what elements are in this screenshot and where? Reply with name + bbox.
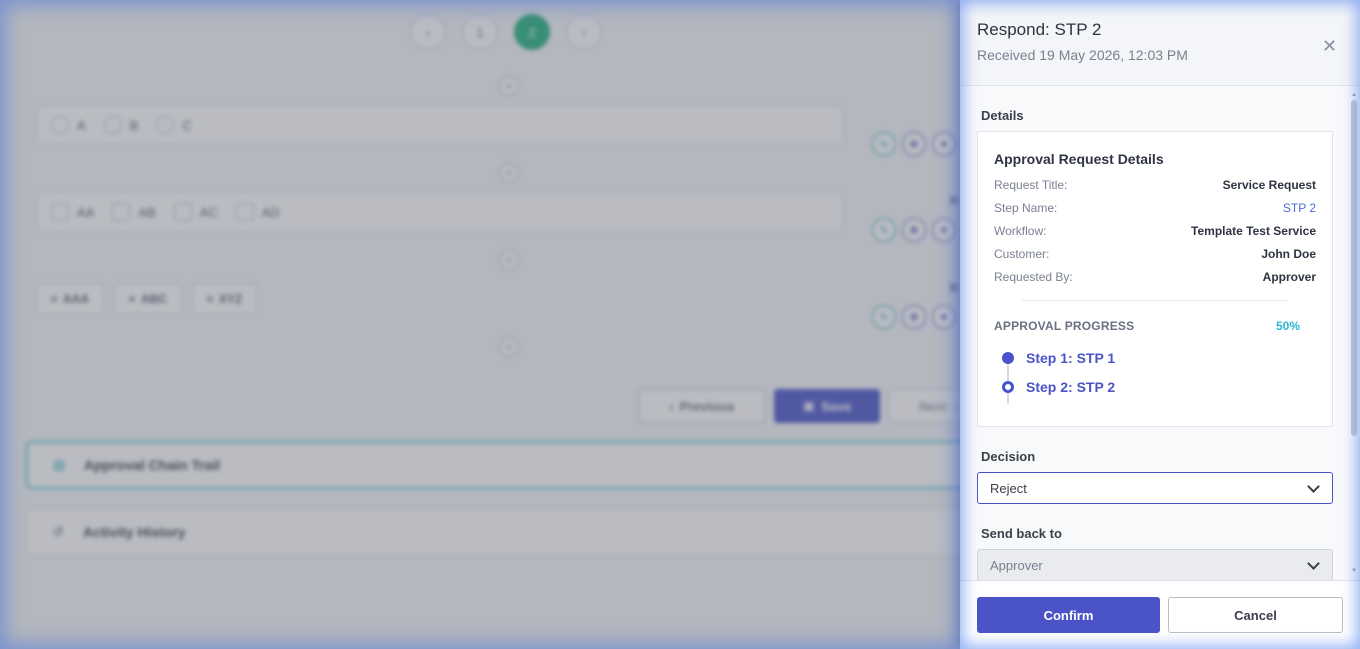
card-title: Approval Request Details	[994, 151, 1164, 167]
approval-details-card: Approval Request Details Request Title: …	[977, 131, 1333, 427]
chevron-down-icon	[1307, 480, 1320, 493]
chevron-down-icon	[1307, 557, 1320, 570]
detail-row: Requested By: Approver	[994, 270, 1316, 284]
decision-select[interactable]: Reject	[977, 472, 1333, 504]
respond-panel: Respond: STP 2 Received 19 May 2026, 12:…	[960, 0, 1360, 649]
approval-progress-label: APPROVAL PROGRESS	[994, 319, 1135, 333]
panel-scrollbar[interactable]: ▲ ▼	[1350, 92, 1358, 576]
detail-row: Workflow: Template Test Service	[994, 224, 1316, 238]
approval-progress-percent: 50%	[1276, 319, 1301, 333]
decision-label: Decision	[981, 449, 1036, 464]
modal-overlay[interactable]	[0, 0, 960, 649]
received-timestamp: Received 19 May 2026, 12:03 PM	[977, 47, 1188, 63]
step-item: Step 2: STP 2	[1026, 379, 1116, 395]
scroll-down-icon[interactable]: ▼	[1350, 568, 1358, 574]
panel-title: Respond: STP 2	[977, 20, 1102, 39]
panel-header: Respond: STP 2 Received 19 May 2026, 12:…	[960, 0, 1360, 86]
detail-row: Step Name: STP 2	[994, 201, 1316, 215]
close-icon[interactable]: ✕	[1322, 36, 1337, 57]
step-current-icon	[1002, 381, 1014, 393]
detail-row: Customer: John Doe	[994, 247, 1316, 261]
send-back-select[interactable]: Approver	[977, 549, 1333, 581]
detail-row: Request Title: Service Request	[994, 178, 1316, 192]
scroll-up-icon[interactable]: ▲	[1350, 92, 1358, 98]
send-back-label: Send back to	[981, 526, 1062, 541]
confirm-button[interactable]: Confirm	[977, 597, 1160, 633]
step-item: Step 1: STP 1	[1026, 350, 1116, 366]
scrollbar-thumb[interactable]	[1351, 100, 1357, 436]
cancel-button[interactable]: Cancel	[1168, 597, 1343, 633]
step-complete-icon	[1002, 352, 1014, 364]
divider	[1022, 300, 1288, 301]
panel-footer: Confirm Cancel	[960, 580, 1360, 649]
details-label: Details	[981, 108, 1024, 123]
step-name-link[interactable]: STP 2	[1283, 201, 1316, 215]
